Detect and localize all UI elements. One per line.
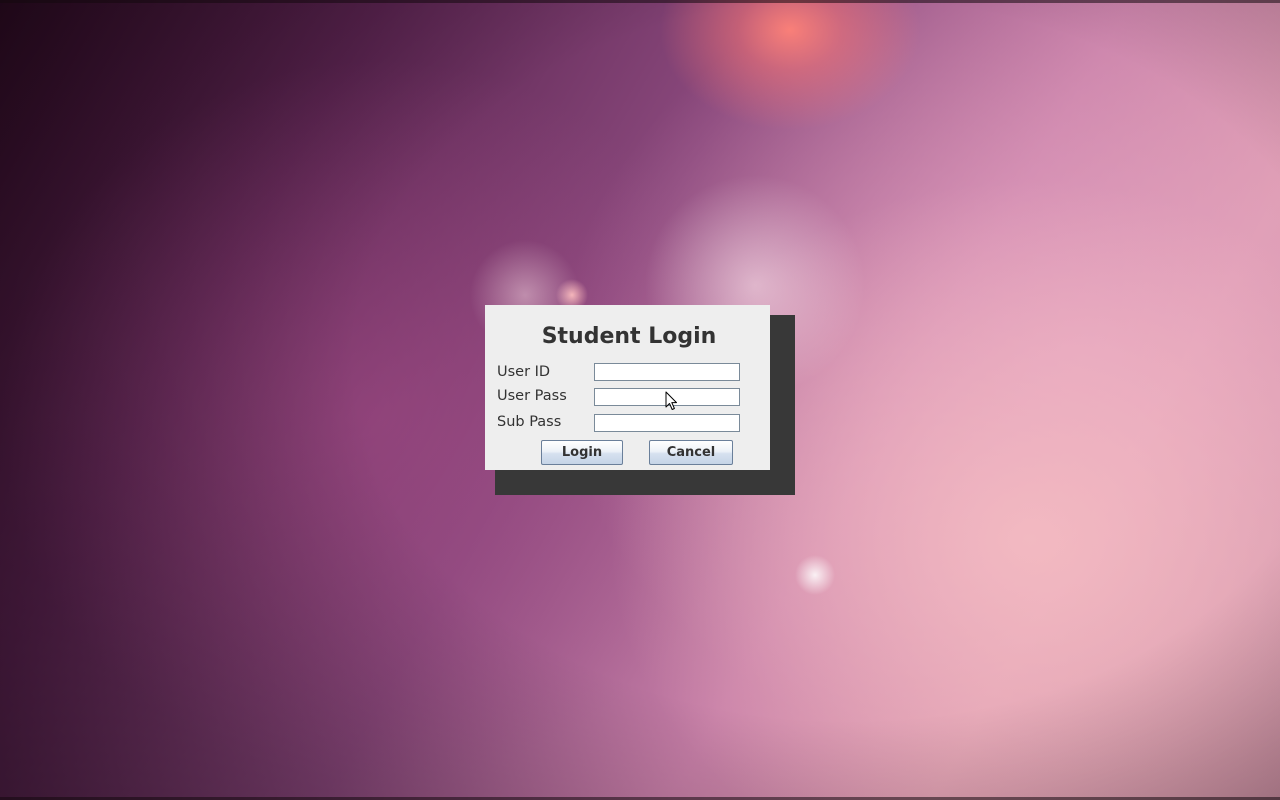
sub-pass-label: Sub Pass — [497, 414, 562, 430]
screen-top-edge — [0, 0, 1280, 3]
login-button[interactable]: Login — [541, 440, 623, 465]
user-pass-label: User Pass — [497, 388, 567, 404]
dialog-title: Student Login — [541, 324, 717, 349]
user-id-field[interactable] — [594, 363, 740, 381]
user-id-label: User ID — [497, 364, 551, 380]
mouse-pointer-icon — [665, 391, 677, 410]
sub-pass-field[interactable] — [594, 414, 740, 432]
cancel-button[interactable]: Cancel — [649, 440, 733, 465]
